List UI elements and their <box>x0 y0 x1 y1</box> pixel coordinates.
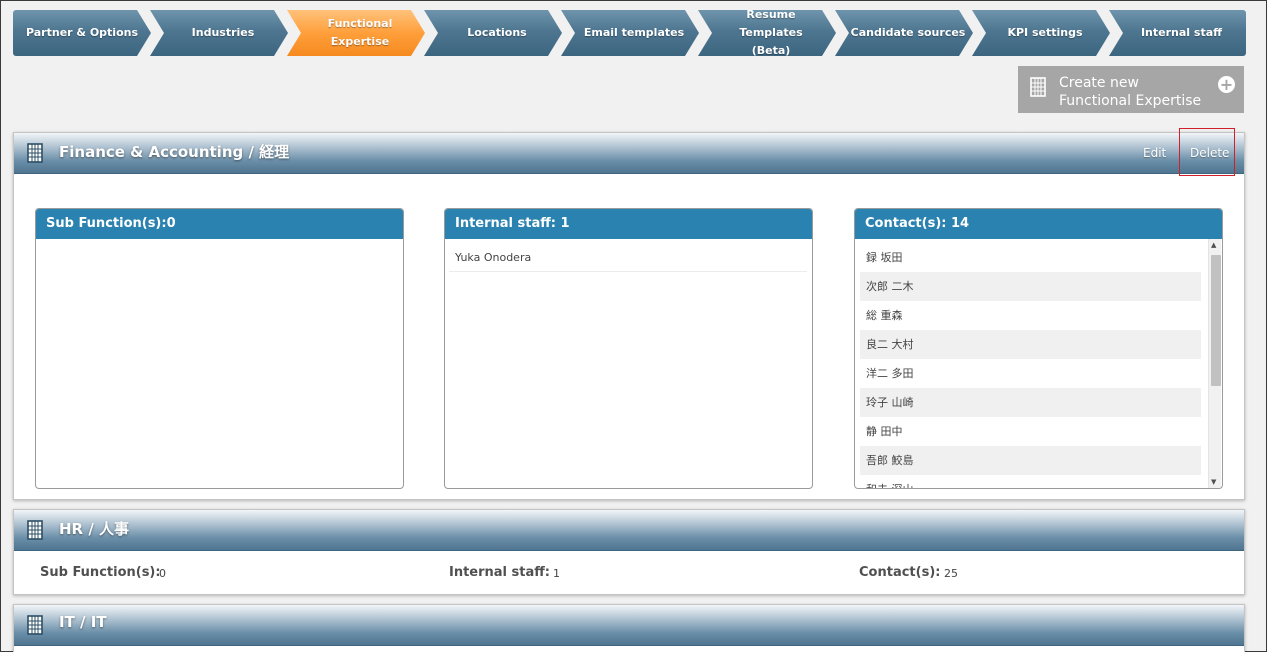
list-item[interactable]: 吾郎 鮫島 <box>860 446 1201 475</box>
tab-partner-options[interactable]: Partner & Options <box>13 10 151 56</box>
panel-title: IT / IT <box>59 613 107 631</box>
list-item[interactable]: 録 坂田 <box>860 243 1201 272</box>
panel-title: HR / 人事 <box>59 520 130 538</box>
plus-circle-icon: + <box>1218 75 1235 94</box>
internal-staff-count: 1 <box>553 567 560 580</box>
contacts-box: Contact(s): 14 録 坂田 次郎 二木 総 重森 良二 大村 洋二 … <box>854 208 1223 489</box>
contacts-count: 25 <box>944 567 958 580</box>
panel-summary: Sub Function(s): 0 Internal staff: 1 Con… <box>14 551 1244 595</box>
edit-button[interactable]: Edit <box>1143 146 1166 160</box>
list-item[interactable]: 玲子 山崎 <box>860 388 1201 417</box>
sub-functions-box: Sub Function(s):0 <box>35 208 404 489</box>
create-functional-expertise-button[interactable]: Create new Functional Expertise + <box>1018 66 1244 113</box>
list-item[interactable]: 静 田中 <box>860 417 1201 446</box>
tab-industries[interactable]: Industries <box>150 10 288 56</box>
tab-functional-expertise[interactable]: Functional Expertise <box>287 10 425 56</box>
panel-header: Finance & Accounting / 経理 Edit Delete <box>14 128 1244 176</box>
scroll-thumb[interactable] <box>1211 255 1221 386</box>
functional-expertise-panel-it: IT / IT <box>13 604 1245 652</box>
setup-steps-nav: Partner & Options Industries Functional … <box>13 10 1246 56</box>
list-item[interactable]: 総 重森 <box>860 301 1201 330</box>
create-button-label: Create new Functional Expertise <box>1059 75 1202 109</box>
building-icon <box>25 143 45 167</box>
tab-internal-staff[interactable]: Internal staff <box>1109 10 1246 56</box>
building-icon <box>25 615 45 639</box>
panel-header[interactable]: HR / 人事 <box>14 510 1244 551</box>
internal-staff-header: Internal staff: 1 <box>445 209 812 239</box>
contacts-header: Contact(s): 14 <box>855 209 1222 239</box>
contacts-label: Contact(s): <box>859 565 941 580</box>
internal-staff-box: Internal staff: 1 Yuka Onodera <box>444 208 813 489</box>
delete-highlight-box <box>1179 128 1235 176</box>
tab-kpi-settings[interactable]: KPI settings <box>972 10 1110 56</box>
sub-functions-count: 0 <box>159 567 166 580</box>
list-item[interactable]: 洋二 多田 <box>860 359 1201 388</box>
contacts-list[interactable]: 録 坂田 次郎 二木 総 重森 良二 大村 洋二 多田 玲子 山崎 静 田中 吾… <box>855 239 1222 488</box>
tab-candidate-sources[interactable]: Candidate sources <box>835 10 973 56</box>
tab-locations[interactable]: Locations <box>424 10 562 56</box>
scroll-down-arrow-icon[interactable]: ▼ <box>1211 478 1216 486</box>
building-icon <box>1028 77 1048 102</box>
list-item[interactable]: 良二 大村 <box>860 330 1201 359</box>
scroll-up-arrow-icon[interactable]: ▲ <box>1211 241 1216 249</box>
internal-staff-label: Internal staff: <box>449 565 550 580</box>
sub-functions-label: Sub Function(s): <box>40 565 161 580</box>
panel-title: Finance & Accounting / 経理 <box>59 143 290 161</box>
contacts-scrollbar[interactable]: ▲ ▼ <box>1208 239 1221 488</box>
functional-expertise-panel-finance: Finance & Accounting / 経理 Edit Delete Su… <box>13 128 1245 500</box>
list-item[interactable]: 次郎 二木 <box>860 272 1201 301</box>
functional-expertise-panel-hr: HR / 人事 Sub Function(s): 0 Internal staf… <box>13 509 1245 595</box>
sub-functions-header: Sub Function(s):0 <box>36 209 403 239</box>
panel-header[interactable]: IT / IT <box>14 605 1244 646</box>
list-item[interactable]: Yuka Onodera <box>449 243 807 272</box>
list-item[interactable]: 和夫 深山 <box>860 475 1201 488</box>
tab-resume-templates[interactable]: Resume Templates (Beta) <box>698 10 836 56</box>
tab-email-templates[interactable]: Email templates <box>561 10 699 56</box>
building-icon <box>25 520 45 544</box>
